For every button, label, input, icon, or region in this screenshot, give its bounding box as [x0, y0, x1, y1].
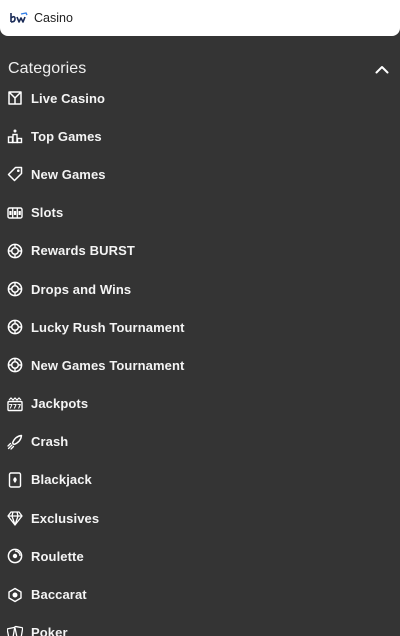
category-roulette[interactable]: Roulette — [0, 537, 400, 575]
category-label: New Games Tournament — [31, 357, 185, 373]
category-slots[interactable]: Slots — [0, 194, 400, 232]
category-label: Baccarat — [31, 587, 87, 603]
chevron-up-icon[interactable] — [372, 59, 392, 79]
category-label: Slots — [31, 205, 64, 221]
tag-icon — [7, 166, 23, 182]
category-jackpots[interactable]: 777 Jackpots — [0, 385, 400, 423]
category-blackjack[interactable]: Blackjack — [0, 461, 400, 499]
category-crash[interactable]: Crash — [0, 423, 400, 461]
category-drops-and-wins[interactable]: Drops and Wins — [0, 270, 400, 308]
chip-icon — [7, 281, 23, 297]
section-title: Casino — [34, 11, 73, 25]
category-label: Blackjack — [31, 472, 92, 488]
category-label: Live Casino — [31, 90, 106, 106]
category-live-casino[interactable]: Live Casino — [0, 79, 400, 117]
category-label: New Games — [31, 166, 106, 182]
diamond-icon — [7, 510, 23, 526]
category-exclusives[interactable]: Exclusives — [0, 499, 400, 537]
category-label: Crash — [31, 434, 69, 450]
poker-icon — [7, 625, 23, 636]
top-bar[interactable]: Casino — [0, 0, 400, 36]
svg-text:777: 777 — [9, 403, 22, 410]
roulette-icon — [7, 548, 23, 564]
baccarat-icon — [7, 587, 23, 603]
category-new-games-tournament[interactable]: New Games Tournament — [0, 346, 400, 384]
category-label: Lucky Rush Tournament — [31, 319, 185, 335]
category-label: Top Games — [31, 128, 102, 144]
category-label: Drops and Wins — [31, 281, 132, 297]
categories-title: Categories — [8, 60, 87, 77]
podium-icon — [7, 128, 23, 144]
live-casino-icon — [7, 90, 23, 106]
category-lucky-rush-tournament[interactable]: Lucky Rush Tournament — [0, 308, 400, 346]
bw-logo-icon — [10, 11, 28, 25]
rocket-icon — [7, 434, 23, 450]
chip-icon — [7, 243, 23, 259]
category-label: Roulette — [31, 548, 84, 564]
chip-icon — [7, 357, 23, 373]
category-label: Jackpots — [31, 396, 89, 412]
category-baccarat[interactable]: Baccarat — [0, 575, 400, 613]
category-top-games[interactable]: Top Games — [0, 117, 400, 155]
category-new-games[interactable]: New Games — [0, 155, 400, 193]
category-label: Poker — [31, 625, 68, 636]
category-poker[interactable]: Poker — [0, 614, 400, 636]
chip-icon — [7, 319, 23, 335]
slot-reels-icon — [7, 205, 23, 221]
category-label: Rewards BURST — [31, 243, 135, 259]
cards-icon — [7, 472, 23, 488]
categories-list: Live Casino Top Games New Games Slots Re… — [0, 79, 400, 636]
jackpot-icon: 777 — [7, 396, 23, 412]
category-rewards-burst[interactable]: Rewards BURST — [0, 232, 400, 270]
category-label: Exclusives — [31, 510, 100, 526]
